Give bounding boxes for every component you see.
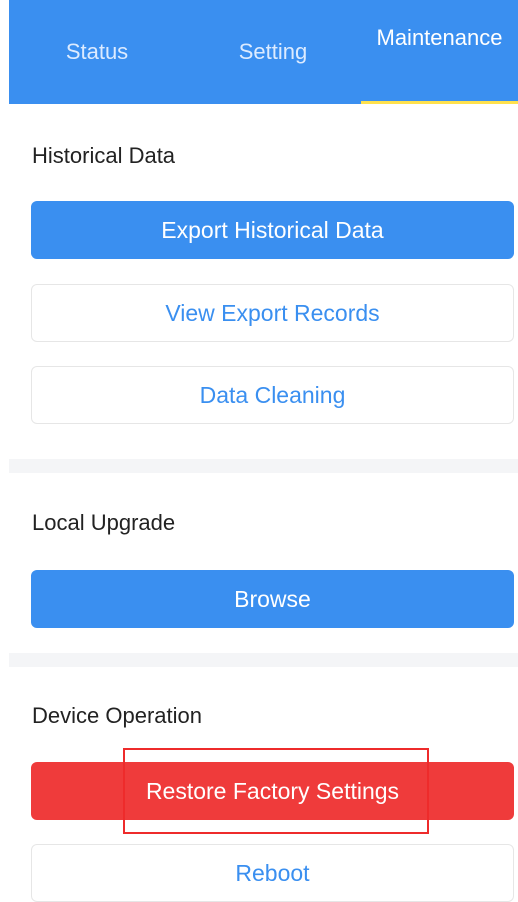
tab-setting[interactable]: Setting: [185, 0, 361, 104]
reboot-button[interactable]: Reboot: [31, 844, 514, 902]
tab-setting-label: Setting: [238, 39, 308, 64]
restore-factory-settings-button[interactable]: Restore Factory Settings: [31, 762, 514, 820]
tab-maintenance-label: Maintenance: [376, 25, 503, 50]
tab-bar: Status Setting Maintenance: [9, 0, 518, 104]
section-divider: [9, 653, 518, 667]
view-export-records-button[interactable]: View Export Records: [31, 284, 514, 342]
data-cleaning-button[interactable]: Data Cleaning: [31, 366, 514, 424]
section-divider: [9, 459, 518, 473]
tab-status[interactable]: Status: [9, 0, 185, 104]
export-historical-data-button[interactable]: Export Historical Data: [31, 201, 514, 259]
device-operation-title: Device Operation: [32, 703, 202, 728]
active-tab-indicator: [361, 101, 518, 104]
local-upgrade-title: Local Upgrade: [32, 510, 176, 535]
tab-maintenance[interactable]: Maintenance: [361, 0, 518, 104]
historical-data-title: Historical Data: [32, 143, 176, 168]
tab-status-label: Status: [65, 39, 129, 64]
browse-button[interactable]: Browse: [31, 570, 514, 628]
